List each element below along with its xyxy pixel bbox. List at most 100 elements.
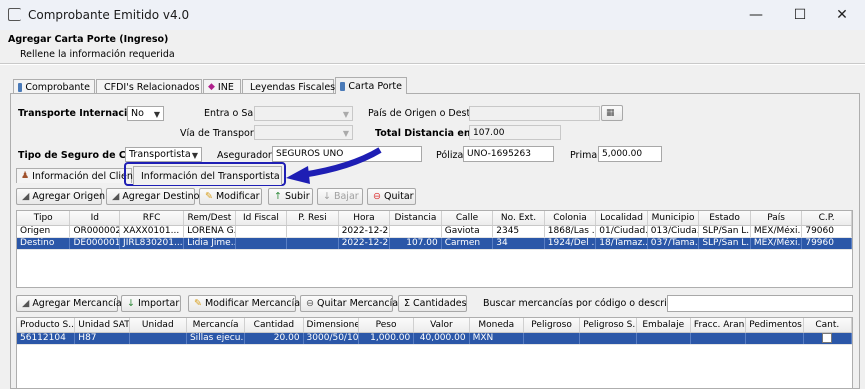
tipo-seguro-select[interactable]: Transportista ▼: [125, 147, 202, 162]
calculator-button[interactable]: ▦: [601, 105, 623, 121]
minimize-button[interactable]: —: [736, 4, 776, 26]
chevron-down-icon: ▼: [342, 110, 349, 119]
subir-button[interactable]: ↑ Subir: [268, 188, 313, 205]
column-header[interactable]: Localidad: [596, 211, 648, 225]
modificar-mercancia-button[interactable]: ✎ Modificar Mercancía: [188, 295, 300, 312]
bajar-button[interactable]: ↓ Bajar: [317, 188, 363, 205]
add-goods-icon: ◢: [22, 298, 30, 309]
column-header[interactable]: Id Fiscal: [236, 211, 288, 225]
column-header[interactable]: Cantidad: [245, 318, 304, 332]
tab-comprobante[interactable]: Comprobante: [13, 79, 95, 94]
column-header[interactable]: C.P.: [802, 211, 852, 225]
column-header[interactable]: Peso: [359, 318, 415, 332]
distancia-input[interactable]: 107.00: [469, 125, 561, 140]
cantidades-button[interactable]: Σ Cantidades: [398, 295, 467, 312]
sum-icon: Σ: [404, 298, 411, 309]
cell: [287, 238, 339, 249]
column-header[interactable]: Mercancía: [187, 318, 246, 332]
column-header[interactable]: Peligroso: [524, 318, 581, 332]
tab-label: Comprobante: [25, 81, 90, 93]
column-header[interactable]: Moneda: [470, 318, 524, 332]
column-header[interactable]: Peligroso S...: [580, 318, 637, 332]
poliza-input[interactable]: UNO-1695263: [463, 146, 554, 162]
import-icon: ↓: [127, 298, 135, 309]
cell: [746, 333, 804, 344]
cell: [580, 333, 637, 344]
column-header[interactable]: RFC: [120, 211, 185, 225]
maximize-button[interactable]: ☐: [780, 4, 820, 26]
column-header[interactable]: Colonia: [545, 211, 597, 225]
cell: 2345: [493, 226, 545, 237]
subtab-informacion-transportista[interactable]: Información del Transportista: [133, 166, 282, 185]
pais-label: País de Origen o Destino: [368, 108, 485, 119]
chevron-down-icon: ▼: [153, 110, 160, 119]
add-destination-icon: ◢: [112, 191, 120, 202]
column-header[interactable]: No. Ext.: [493, 211, 545, 225]
tab-leyendas-fiscales[interactable]: Leyendas Fiscales: [242, 79, 335, 94]
quitar-mercancia-button[interactable]: ⊖ Quitar Mercancía: [300, 295, 398, 312]
ubicaciones-table[interactable]: Tipo Id RFC Rem/Dest Id Fiscal P. Resi H…: [16, 210, 853, 288]
column-header[interactable]: Pedimentos: [746, 318, 804, 332]
pais-input[interactable]: [469, 106, 600, 121]
cell: OR000002: [70, 226, 121, 237]
column-header[interactable]: Tipo: [17, 211, 71, 225]
cell: 037/Tama...: [648, 238, 700, 249]
tab-cfdi-relacionados[interactable]: CFDI's Relacionados: [96, 79, 202, 94]
table-row-selected[interactable]: 56112104 H87 Sillas ejecu... 20.00 3000/…: [17, 333, 852, 345]
cell: 2022-12-2...: [339, 226, 391, 237]
column-header[interactable]: Rem/Dest: [184, 211, 236, 225]
column-header[interactable]: Fracc. Aran.: [691, 318, 747, 332]
quitar-button[interactable]: ⊖ Quitar: [367, 188, 416, 205]
agregar-destino-button[interactable]: ◢ Agregar Destino: [106, 188, 199, 205]
subtab-informacion-cliente[interactable]: ♟ Información del Cliente: [16, 168, 142, 183]
mercancias-table[interactable]: Producto S... Unidad SAT Unidad Mercancí…: [16, 317, 853, 389]
button-label: Modificar: [215, 191, 260, 202]
table-row-selected[interactable]: Destino DE000001 JIRL830201... Lidia Jim…: [17, 238, 852, 250]
column-header[interactable]: Calle: [442, 211, 494, 225]
cell: MXN: [470, 333, 524, 344]
modificar-button[interactable]: ✎ Modificar: [199, 188, 262, 205]
buscar-mercancias-label: Buscar mercancías por código o descripci…: [483, 298, 696, 309]
column-header[interactable]: Embalaje: [637, 318, 691, 332]
table-row[interactable]: Origen OR000002 XAXX0101... LORENA G... …: [17, 226, 852, 238]
cell: 1,000.00: [359, 333, 415, 344]
button-label: Cantidades: [413, 298, 467, 309]
via-transporte-select[interactable]: ▼: [254, 125, 353, 140]
agregar-origen-button[interactable]: ◢ Agregar Origen: [16, 188, 105, 205]
column-header[interactable]: Cant.: [804, 318, 852, 332]
column-header[interactable]: País: [751, 211, 803, 225]
column-header[interactable]: Dimensiones: [304, 318, 359, 332]
cell: Sillas ejecu...: [187, 333, 246, 344]
transporte-internacional-select[interactable]: No ▼: [127, 106, 164, 121]
column-header[interactable]: Id: [70, 211, 121, 225]
column-header[interactable]: Valor: [414, 318, 470, 332]
buscar-mercancias-input[interactable]: [667, 295, 853, 312]
cell: [236, 226, 288, 237]
column-header[interactable]: Hora: [339, 211, 391, 225]
column-header[interactable]: Unidad: [130, 318, 187, 332]
add-origin-icon: ◢: [22, 191, 30, 202]
importar-button[interactable]: ↓ Importar: [121, 295, 181, 312]
cell: SLP/San L...: [699, 226, 751, 237]
column-header[interactable]: Unidad SAT: [75, 318, 130, 332]
title-bar: Comprobante Emitido v4.0 — ☐ ✕: [0, 0, 865, 30]
tab-label: CFDI's Relacionados: [104, 81, 200, 93]
cell: [390, 226, 442, 237]
column-header[interactable]: Distancia: [390, 211, 442, 225]
column-header[interactable]: Estado: [699, 211, 751, 225]
entra-sale-select[interactable]: ▼: [254, 106, 353, 121]
close-button[interactable]: ✕: [822, 4, 862, 26]
column-header[interactable]: P. Resi: [287, 211, 339, 225]
tab-ine[interactable]: ◆ INE: [203, 79, 241, 94]
pencil-icon: ✎: [205, 191, 213, 202]
cell: Destino: [17, 238, 71, 249]
cell: 013/Ciuda...: [648, 226, 700, 237]
cell: Origen: [17, 226, 71, 237]
cant-checkbox[interactable]: [822, 333, 833, 343]
callout-arrow-icon: [286, 147, 382, 184]
prima-input[interactable]: 5,000.00: [598, 146, 662, 162]
column-header[interactable]: Municipio: [648, 211, 700, 225]
agregar-mercancia-button[interactable]: ◢ Agregar Mercancía: [16, 295, 122, 312]
tab-carta-porte[interactable]: Carta Porte: [335, 77, 407, 94]
column-header[interactable]: Producto S...: [17, 318, 76, 332]
